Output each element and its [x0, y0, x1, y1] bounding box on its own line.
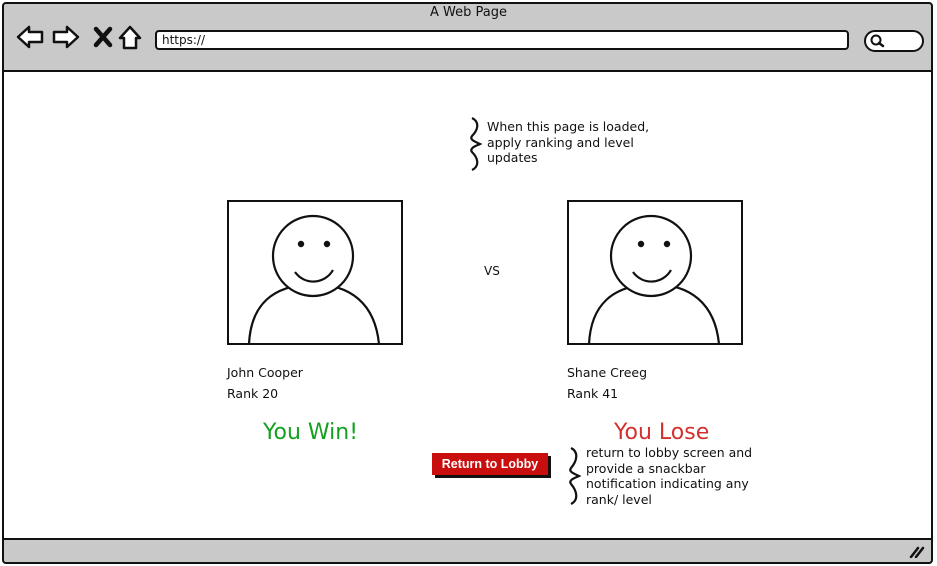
- player-name-right: Shane Creeg: [567, 365, 648, 380]
- url-input[interactable]: https://: [155, 30, 849, 50]
- forward-arrow-icon[interactable]: [51, 22, 81, 52]
- return-behavior-note: return to lobby screen and provide a sna…: [586, 445, 752, 507]
- annotation-brace-icon: [569, 447, 582, 505]
- home-icon[interactable]: [116, 22, 146, 52]
- status-bar: [2, 538, 933, 564]
- win-result-label: You Win!: [263, 420, 359, 445]
- annotation-brace-icon: [470, 117, 483, 171]
- player-avatar-right: [567, 200, 743, 345]
- player-rank-right: Rank 41: [567, 386, 619, 401]
- search-input[interactable]: [864, 30, 924, 52]
- load-behavior-note: When this page is loaded, apply ranking …: [487, 119, 649, 166]
- back-arrow-icon[interactable]: [15, 22, 45, 52]
- search-icon: [870, 34, 885, 48]
- note-line: rank/ level: [586, 491, 652, 507]
- player-avatar-left: [227, 200, 403, 345]
- note-line: return to lobby screen and: [586, 445, 753, 460]
- note-line: updates: [487, 150, 538, 165]
- resize-grip-icon[interactable]: [909, 544, 925, 558]
- note-line: notification indicating any: [586, 476, 749, 491]
- lose-result-label: You Lose: [614, 420, 710, 445]
- return-to-lobby-button[interactable]: Return to Lobby: [432, 453, 548, 475]
- browser-window: A Web Page https://: [0, 0, 937, 566]
- player-rank-left: Rank 20: [227, 386, 279, 401]
- note-line: When this page is loaded,: [487, 119, 650, 134]
- player-name-left: John Cooper: [227, 365, 303, 380]
- window-title: A Web Page: [430, 5, 507, 20]
- note-line: provide a snackbar: [586, 460, 706, 476]
- stop-x-icon[interactable]: [89, 22, 119, 52]
- versus-label: VS: [484, 264, 500, 278]
- note-line: apply ranking and level: [487, 134, 634, 150]
